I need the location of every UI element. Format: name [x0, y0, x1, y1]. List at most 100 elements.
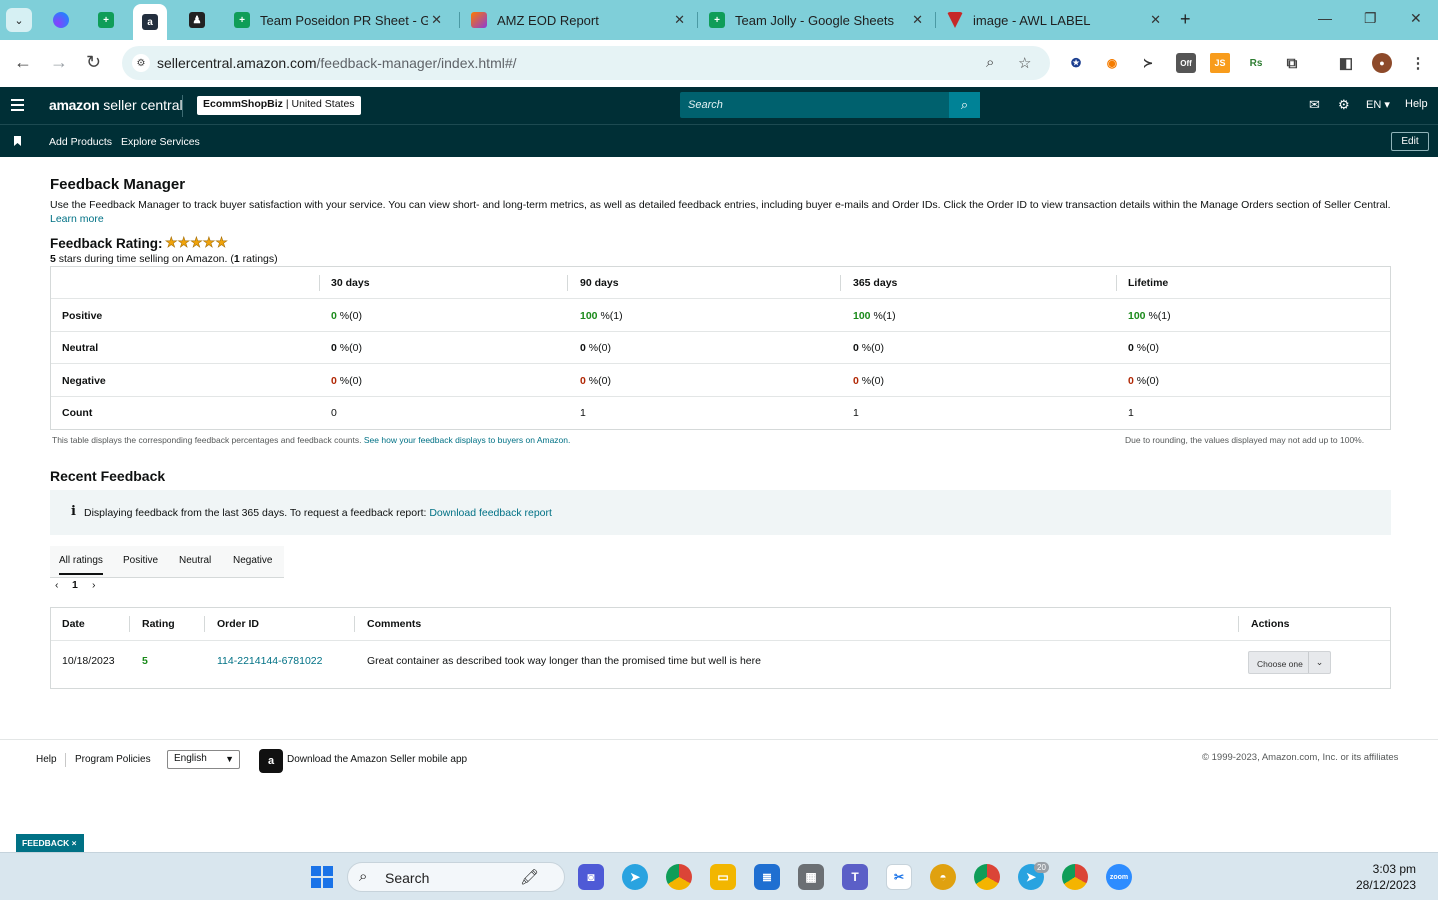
close-icon[interactable]: ✕	[1150, 12, 1161, 28]
order-id-link[interactable]: 114-2214144-6781022	[217, 655, 323, 667]
tab-awl-label[interactable]: image - AWL LABEL ✕	[937, 6, 1169, 34]
extensions-puzzle-icon[interactable]: ⧉	[1282, 53, 1302, 73]
menu-icon[interactable]	[11, 99, 24, 114]
bookmark-icon[interactable]	[14, 136, 21, 146]
tab-positive[interactable]: Positive	[123, 555, 158, 566]
pinned-tab-app[interactable]: ♟	[180, 6, 214, 34]
add-products-link[interactable]: Add Products	[49, 136, 112, 148]
seller-search-input[interactable]: Search ⌕	[680, 92, 980, 118]
site-info-icon[interactable]: ⚙	[132, 54, 150, 72]
tab-title: image - AWL LABEL	[973, 12, 1091, 28]
tab-search-button[interactable]: ⌄	[6, 8, 32, 32]
file-explorer-icon[interactable]: ▭	[710, 864, 736, 890]
actions-dropdown-label: Choose one	[1257, 659, 1303, 669]
footer-help-link[interactable]: Help	[36, 754, 57, 765]
extension-icon[interactable]: ◉	[1102, 53, 1122, 73]
help-link[interactable]: Help	[1405, 98, 1428, 110]
prev-page-icon[interactable]: ‹	[55, 579, 59, 591]
zoom-icon[interactable]: ⌕	[986, 54, 994, 71]
app-icon[interactable]: ◓	[930, 864, 956, 890]
column-header: 90 days	[580, 277, 619, 289]
next-page-icon[interactable]: ›	[92, 579, 96, 591]
column-divider	[567, 275, 568, 291]
reload-icon[interactable]: ↻	[86, 52, 101, 73]
telegram-icon[interactable]: ➤	[622, 864, 648, 890]
chrome-profile-icon[interactable]	[974, 864, 1000, 890]
pinned-tab-sheets[interactable]: +	[89, 6, 123, 34]
extension-off-icon[interactable]: Off	[1176, 53, 1196, 73]
feedback-button[interactable]: FEEDBACK ×	[16, 834, 84, 852]
feedback-display-link[interactable]: See how your feedback displays to buyers…	[364, 435, 570, 445]
table-cell: 0 %(0)	[853, 375, 884, 387]
column-header: Comments	[367, 618, 422, 630]
table-cell: 1	[1128, 407, 1134, 419]
program-policies-link[interactable]: Program Policies	[75, 754, 151, 765]
extension-js-icon[interactable]: JS	[1210, 53, 1230, 73]
system-clock[interactable]: 3:03 pm 28/12/2023	[1350, 861, 1416, 893]
close-icon[interactable]: ✕	[912, 12, 923, 28]
amazon-seller-app-icon[interactable]: a	[259, 749, 283, 773]
browser-menu-icon[interactable]: ⋮	[1408, 53, 1428, 73]
close-icon[interactable]: ✕	[431, 12, 442, 28]
search-icon[interactable]: ⌕	[949, 92, 980, 118]
tab-team-poseidon[interactable]: + Team Poseidon PR Sheet - Goo ✕	[224, 6, 450, 34]
column-divider	[319, 275, 320, 291]
column-divider	[1238, 616, 1239, 632]
intro-text: Use the Feedback Manager to track buyer …	[50, 199, 1391, 225]
seller-central-logo[interactable]: amazon seller central	[49, 97, 183, 113]
side-panel-icon[interactable]: ◧	[1336, 53, 1356, 73]
table-cell: 0 %(0)	[580, 342, 611, 354]
pinned-tab-amazon[interactable]: a	[133, 4, 167, 40]
tab-all-ratings[interactable]: All ratings	[59, 555, 103, 575]
zoom-icon[interactable]: zoom	[1106, 864, 1132, 890]
tab-neutral[interactable]: Neutral	[179, 555, 211, 566]
download-app-link[interactable]: Download the Amazon Seller mobile app	[287, 754, 467, 765]
table-cell: 0 %(0)	[1128, 342, 1159, 354]
forward-icon[interactable]: →	[50, 52, 68, 73]
table-header-row: Date Rating Order ID Comments Actions	[51, 608, 1390, 641]
browser-toolbar: ← → ↻ ⚙ sellercentral.amazon.com/feedbac…	[0, 40, 1438, 87]
download-report-link[interactable]: Download feedback report	[429, 507, 552, 519]
chat-app-icon[interactable]: ◙	[578, 864, 604, 890]
page-number[interactable]: 1	[72, 579, 78, 591]
column-divider	[1116, 275, 1117, 291]
profile-avatar[interactable]: ●	[1372, 53, 1392, 73]
close-window-icon[interactable]: ✕	[1410, 10, 1422, 27]
info-text: Displaying feedback from the last 365 da…	[84, 507, 552, 519]
bookmark-star-icon[interactable]: ☆	[1018, 54, 1031, 72]
address-bar[interactable]: ⚙ sellercentral.amazon.com/feedback-mana…	[122, 46, 1050, 80]
pinned-tab-messenger[interactable]	[44, 6, 78, 34]
notepad-icon[interactable]: ≣	[754, 864, 780, 890]
settings-gear-icon[interactable]: ⚙	[1338, 97, 1350, 113]
tab-negative[interactable]: Negative	[233, 555, 272, 566]
actions-dropdown[interactable]: Choose one ⌄	[1248, 651, 1331, 674]
edit-button[interactable]: Edit	[1391, 132, 1429, 151]
chrome-icon[interactable]	[666, 864, 692, 890]
snipping-tool-icon[interactable]: ✂	[886, 864, 912, 890]
mail-icon[interactable]: ✉	[1309, 97, 1320, 113]
extension-rs-icon[interactable]: Rs	[1246, 53, 1266, 73]
windows-start-icon[interactable]	[311, 866, 333, 888]
extension-icon[interactable]: ≻	[1138, 53, 1158, 73]
taskbar-search[interactable]: ⌕ Search 🖍	[347, 862, 565, 892]
back-icon[interactable]: ←	[14, 52, 32, 73]
language-selector[interactable]: EN ▾	[1366, 98, 1390, 111]
tab-team-jolly[interactable]: + Team Jolly - Google Sheets ✕	[699, 6, 931, 34]
tab-amz-eod[interactable]: AMZ EOD Report ✕	[461, 6, 693, 34]
learn-more-link[interactable]: Learn more	[50, 213, 104, 225]
minimize-icon[interactable]: —	[1318, 10, 1332, 26]
chrome-profile-icon[interactable]	[1062, 864, 1088, 890]
store-switcher[interactable]: EcommShopBiz | United States	[197, 96, 361, 115]
close-icon[interactable]: ✕	[674, 12, 685, 28]
teams-icon[interactable]: T	[842, 864, 868, 890]
footer-divider	[0, 739, 1438, 740]
restore-icon[interactable]: ❐	[1364, 10, 1377, 27]
extension-icon[interactable]: ✪	[1066, 53, 1086, 73]
explore-services-link[interactable]: Explore Services	[121, 136, 200, 148]
taskbar-search-label: Search	[385, 870, 430, 886]
footer-language-select[interactable]: English ▼	[167, 750, 240, 769]
column-divider	[129, 616, 130, 632]
new-tab-button[interactable]: +	[1180, 9, 1191, 30]
calculator-icon[interactable]: ▦	[798, 864, 824, 890]
table-cell: 0 %(0)	[331, 375, 362, 387]
